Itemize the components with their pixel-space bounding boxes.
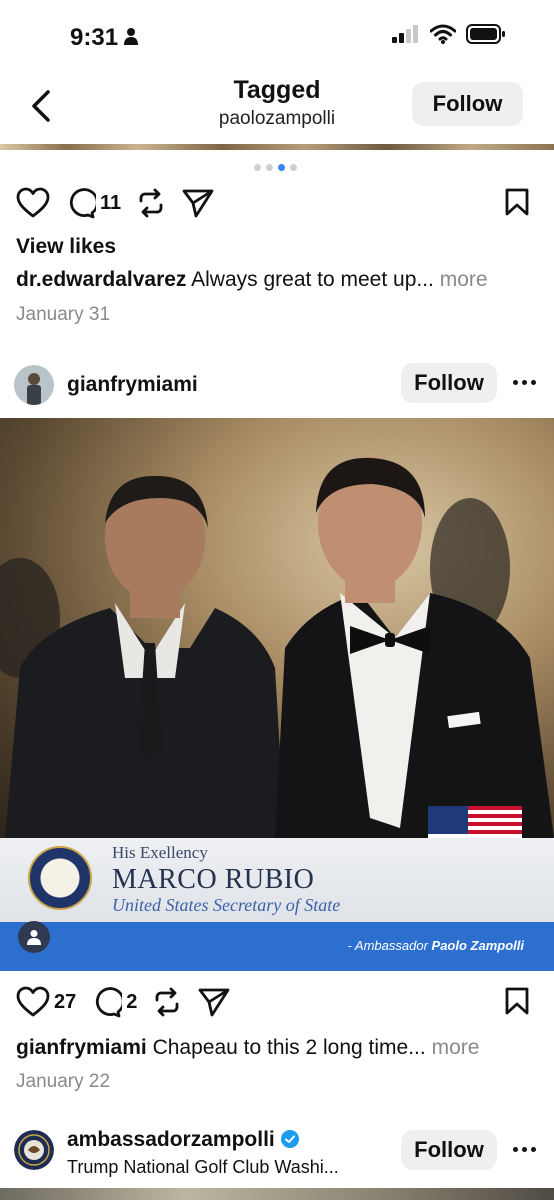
caption-text: Chapeau to this 2 long time... — [152, 1036, 426, 1059]
comment-count: 11 — [100, 191, 122, 214]
people-illustration — [0, 457, 554, 838]
heart-icon — [16, 986, 50, 1017]
carousel-dot — [266, 164, 273, 171]
bookmark-icon[interactable] — [504, 986, 530, 1016]
follow-button[interactable]: Follow — [401, 363, 497, 403]
post-username[interactable]: ambassadorzampolli — [67, 1128, 299, 1152]
verified-badge-icon — [280, 1130, 299, 1148]
comment-count: 2 — [126, 990, 138, 1013]
department-of-state-seal-icon — [28, 846, 92, 910]
follow-button[interactable]: Follow — [401, 1130, 497, 1170]
carousel-dot-active — [278, 164, 285, 171]
post2-actions: 27 2 — [16, 984, 536, 1020]
more-options-icon[interactable] — [513, 1147, 536, 1152]
like-button[interactable]: 27 — [16, 986, 76, 1018]
heart-icon — [16, 187, 50, 218]
person-icon — [124, 28, 138, 45]
credit-prefix: - Ambassador — [347, 938, 432, 953]
banner-name: MARCO RUBIO — [112, 864, 315, 895]
share-button[interactable] — [197, 986, 231, 1018]
post-photo[interactable]: His Exellency MARCO RUBIO United States … — [0, 418, 554, 971]
post-location[interactable]: Trump National Golf Club Washi... — [67, 1157, 339, 1178]
credit-name: Paolo Zampolli — [431, 938, 524, 953]
avatar[interactable] — [14, 1130, 54, 1170]
repost-icon — [155, 987, 179, 1017]
wifi-icon — [430, 24, 456, 44]
status-time: 9:31 — [70, 24, 119, 51]
comment-button[interactable]: 11 — [64, 187, 121, 219]
view-likes-link[interactable]: View likes — [16, 235, 116, 259]
next-post-image-edge — [0, 1188, 554, 1200]
post2-header: gianfrymiami Follow — [0, 363, 554, 413]
bookmark-icon[interactable] — [504, 187, 530, 217]
carousel-dot — [254, 164, 261, 171]
repost-button[interactable] — [151, 986, 183, 1018]
caption-more-link[interactable]: more — [440, 268, 488, 291]
avatar[interactable] — [14, 365, 54, 405]
comment-button[interactable]: 2 — [90, 986, 137, 1018]
like-count: 27 — [54, 990, 77, 1013]
banner-honorific: His Exellency — [112, 843, 208, 862]
post1-caption: dr.edwardalvarez Always great to meet up… — [16, 268, 488, 292]
post2-caption: gianfrymiami Chapeau to this 2 long time… — [16, 1036, 479, 1060]
post-username[interactable]: gianfrymiami — [67, 373, 198, 397]
repost-button[interactable] — [135, 187, 167, 219]
post3-header: ambassadorzampolli Trump National Golf C… — [0, 1128, 554, 1186]
comment-icon — [96, 987, 123, 1018]
like-button[interactable] — [16, 187, 50, 219]
caption-username[interactable]: gianfrymiami — [16, 1036, 147, 1059]
previous-post-image-edge — [0, 144, 554, 150]
send-icon — [198, 988, 230, 1017]
battery-icon — [466, 24, 505, 44]
more-options-icon[interactable] — [513, 380, 536, 385]
post1-date: January 31 — [16, 304, 111, 325]
status-bar: 9:31 — [0, 0, 554, 70]
post2-date: January 22 — [16, 1071, 111, 1092]
tagged-people-icon[interactable] — [18, 921, 50, 953]
repost-icon — [139, 188, 163, 218]
caption-username[interactable]: dr.edwardalvarez — [16, 268, 186, 291]
nav-header: Tagged paolozampolli Follow — [0, 70, 554, 144]
banner-credit: - Ambassador Paolo Zampolli — [347, 938, 524, 953]
username-text: ambassadorzampolli — [67, 1128, 275, 1151]
send-icon — [182, 189, 214, 218]
comment-icon — [69, 188, 96, 219]
header-follow-button[interactable]: Follow — [412, 82, 523, 126]
banner-role: United States Secretary of State — [112, 895, 341, 915]
caption-text: Always great to meet up... — [191, 268, 434, 291]
carousel-dot — [290, 164, 297, 171]
caption-more-link[interactable]: more — [432, 1036, 480, 1059]
cellular-signal-icon — [392, 25, 418, 43]
share-button[interactable] — [181, 187, 215, 219]
post1-actions: 11 — [16, 185, 536, 221]
carousel-indicator — [254, 164, 297, 171]
